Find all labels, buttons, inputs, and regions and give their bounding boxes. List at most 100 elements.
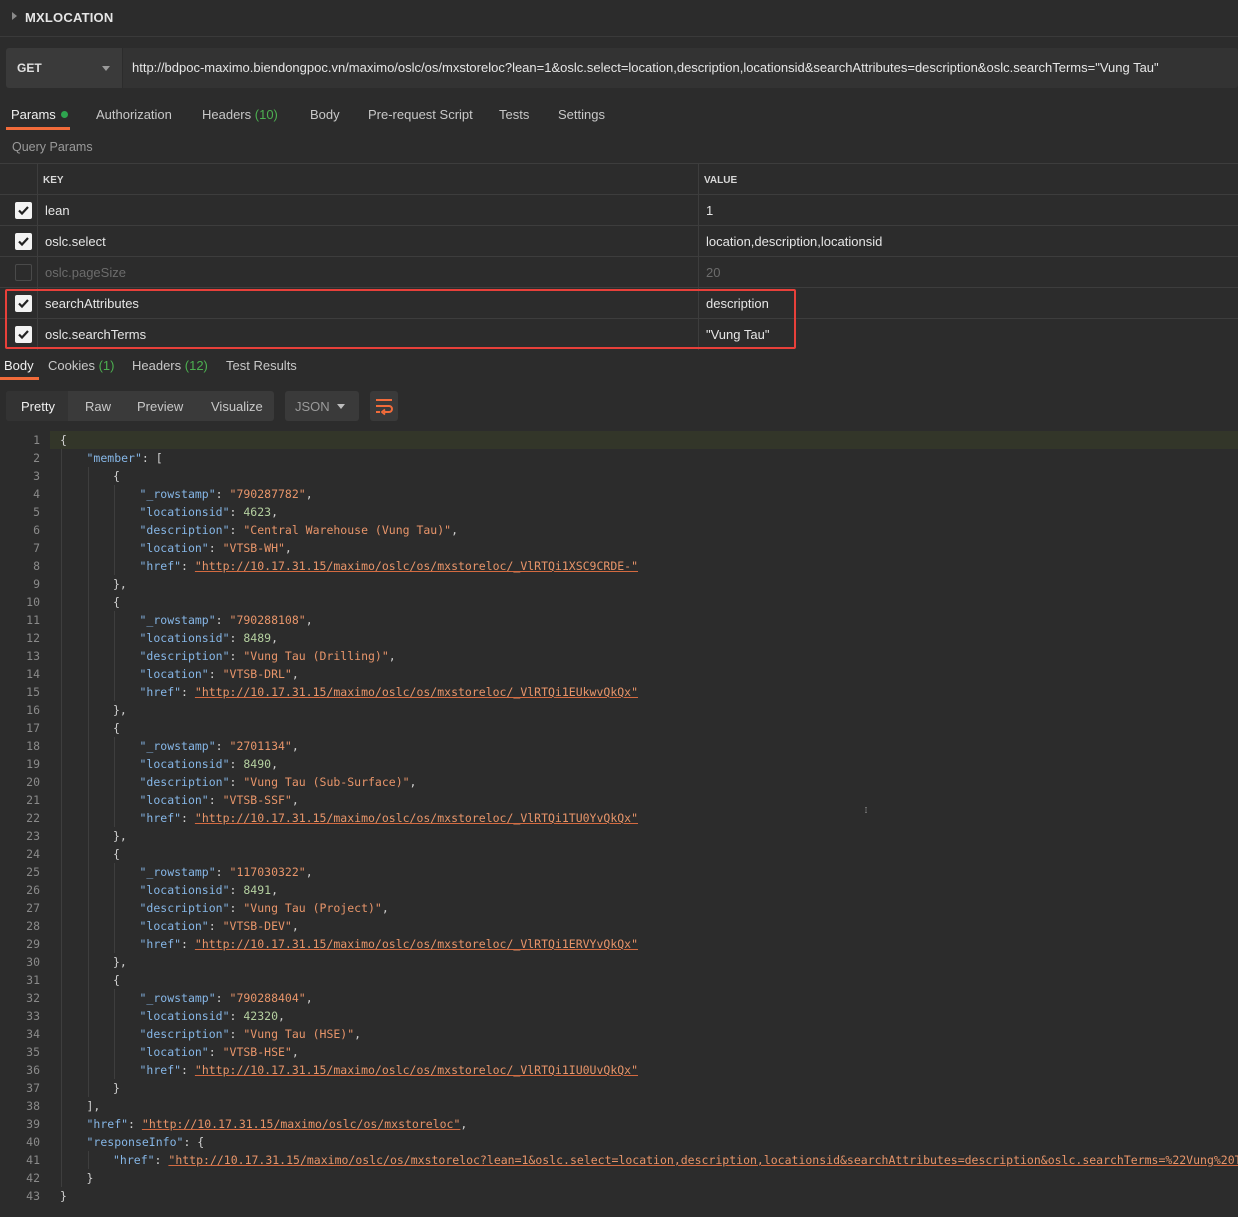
code-line: 24 { — [0, 845, 1238, 863]
param-key-cell[interactable]: oslc.searchTerms — [37, 319, 699, 350]
mode-pretty[interactable]: Pretty — [21, 399, 55, 414]
code-line: 21 "location": "VTSB-SSF", — [0, 791, 1238, 809]
indent-guide — [61, 899, 62, 917]
tab-settings[interactable]: Settings — [558, 107, 605, 122]
indent-guide — [61, 1079, 62, 1097]
code-line: 19 "locationsid": 8490, — [0, 755, 1238, 773]
json-token: : — [128, 1117, 142, 1131]
json-token: : { — [183, 1135, 205, 1149]
wrap-lines-button[interactable] — [370, 391, 398, 421]
json-link[interactable]: "http://10.17.31.15/maximo/oslc/os/mxsto… — [195, 559, 638, 573]
code-text: { — [60, 433, 67, 447]
mode-visualize[interactable]: Visualize — [211, 399, 263, 414]
indent-guide — [61, 1097, 62, 1115]
indent-guide — [114, 485, 115, 503]
code-text: } — [60, 1189, 67, 1203]
code-text: "href": "http://10.17.31.15/maximo/oslc/… — [140, 1063, 639, 1077]
tab-body[interactable]: Body — [310, 107, 340, 122]
json-token: { — [113, 847, 120, 861]
json-token: , — [271, 631, 279, 645]
url-input[interactable]: http://bdpoc-maximo.biendongpoc.vn/maxim… — [123, 48, 1238, 88]
param-row: lean 1 — [0, 194, 1238, 226]
line-number: 33 — [26, 1009, 40, 1023]
collection-header[interactable]: MXLOCATION — [0, 0, 1238, 37]
tab-headers[interactable]: Headers (10) — [202, 107, 278, 122]
json-token: : — [215, 739, 230, 753]
param-key-cell[interactable]: oslc.select — [37, 226, 699, 257]
json-link[interactable]: "http://10.17.31.15/maximo/oslc/os/mxsto… — [195, 811, 638, 825]
json-link[interactable]: "http://10.17.31.15/maximo/oslc/os/mxsto… — [142, 1117, 461, 1131]
indent-guide — [61, 485, 62, 503]
indent-guide — [114, 611, 115, 629]
tab-prerequest-script[interactable]: Pre-request Script — [368, 107, 473, 122]
param-key-cell[interactable]: oslc.pageSize — [37, 257, 699, 288]
json-link[interactable]: "http://10.17.31.15/maximo/oslc/os/mxsto… — [195, 937, 638, 951]
param-value-cell[interactable]: description — [698, 288, 1238, 319]
code-text: { — [113, 595, 120, 609]
tab-cookies[interactable]: Cookies (1) — [48, 358, 114, 373]
line-number: 16 — [26, 703, 40, 717]
line-number: 27 — [26, 901, 40, 915]
tab-response-body[interactable]: Body — [4, 358, 34, 373]
code-text: "href": "http://10.17.31.15/maximo/oslc/… — [87, 1117, 468, 1131]
response-body-editor[interactable]: 1{2 "member": [3{4 "_rowstamp": "790287782… — [0, 431, 1238, 1217]
mode-raw[interactable]: Raw — [85, 399, 111, 414]
line-number: 4 — [33, 487, 40, 501]
expand-caret-icon[interactable] — [12, 12, 17, 20]
line-number: 9 — [33, 577, 40, 591]
code-line: 26 "locationsid": 8491, — [0, 881, 1238, 899]
json-link[interactable]: "http://10.17.31.15/maximo/oslc/os/mxsto… — [168, 1153, 1238, 1167]
line-number: 24 — [26, 847, 40, 861]
indent-guide — [114, 629, 115, 647]
indent-guide — [61, 611, 62, 629]
json-link[interactable]: "http://10.17.31.15/maximo/oslc/os/mxsto… — [195, 1063, 638, 1077]
format-select[interactable]: JSON — [285, 391, 359, 421]
param-key-cell[interactable]: searchAttributes — [37, 288, 699, 319]
json-link[interactable]: "http://10.17.31.15/maximo/oslc/os/mxsto… — [195, 685, 638, 699]
tab-authorization[interactable]: Authorization — [96, 107, 172, 122]
json-token: : — [215, 487, 230, 501]
mode-preview[interactable]: Preview — [137, 399, 183, 414]
line-number: 20 — [26, 775, 40, 789]
tab-cookies-label: Cookies — [48, 358, 95, 373]
tab-tests[interactable]: Tests — [499, 107, 529, 122]
json-token: "VTSB-DEV" — [222, 919, 292, 933]
param-row: oslc.select location,description,locatio… — [0, 225, 1238, 257]
param-checkbox[interactable] — [15, 326, 32, 343]
json-token: : — [208, 1045, 223, 1059]
param-checkbox[interactable] — [15, 233, 32, 250]
line-number: 36 — [26, 1063, 40, 1077]
param-key-cell[interactable]: lean — [37, 195, 699, 226]
param-value-cell[interactable]: "Vung Tau" — [698, 319, 1238, 350]
param-value-cell[interactable]: location,description,locationsid — [698, 226, 1238, 257]
indent-guide — [114, 521, 115, 539]
line-number: 40 — [26, 1135, 40, 1149]
json-token: , — [271, 757, 279, 771]
tab-response-headers[interactable]: Headers (12) — [132, 358, 208, 373]
json-token: , — [381, 901, 389, 915]
param-checkbox[interactable] — [15, 295, 32, 312]
param-checkbox[interactable] — [15, 202, 32, 219]
json-token: 8490 — [243, 757, 272, 771]
indent-guide — [87, 737, 89, 755]
param-value-cell[interactable]: 1 — [698, 195, 1238, 226]
tab-params[interactable]: Params — [11, 107, 68, 122]
param-value-cell[interactable]: 20 — [698, 257, 1238, 288]
indent-guide — [61, 647, 62, 665]
method-select[interactable]: GET — [6, 48, 122, 88]
json-token: : — [229, 757, 244, 771]
code-line: 9}, — [0, 575, 1238, 593]
indent-guide — [61, 845, 62, 863]
code-line: 12 "locationsid": 8489, — [0, 629, 1238, 647]
code-line: 42} — [0, 1169, 1238, 1187]
line-number: 35 — [26, 1045, 40, 1059]
code-text: "href": "http://10.17.31.15/maximo/oslc/… — [140, 685, 639, 699]
tab-test-results[interactable]: Test Results — [226, 358, 297, 373]
indent-guide — [114, 647, 115, 665]
param-checkbox[interactable] — [15, 264, 32, 281]
indent-guide — [114, 557, 115, 575]
indent-guide — [87, 575, 89, 593]
code-text: "member": [ — [87, 451, 163, 465]
json-token: , — [291, 1045, 299, 1059]
json-key: "location" — [139, 667, 209, 681]
